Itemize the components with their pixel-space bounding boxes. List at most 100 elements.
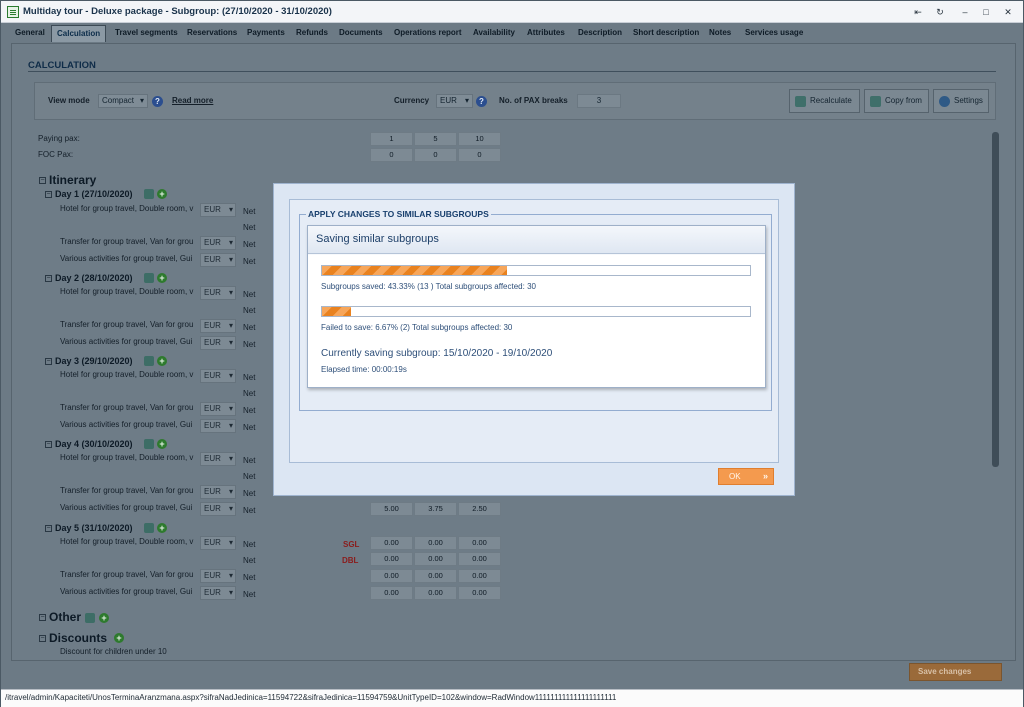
price-cell[interactable]: 0.00 — [414, 586, 457, 600]
ok-button[interactable]: OK » — [718, 468, 774, 485]
price-cell[interactable]: 0.00 — [458, 552, 501, 566]
tab-refunds[interactable]: Refunds — [296, 25, 328, 42]
net-label: Net — [243, 489, 256, 498]
service-name: Transfer for group travel, Van for grou — [60, 403, 194, 412]
add-icon[interactable]: + — [157, 189, 167, 199]
copy-from-button[interactable]: Copy from — [864, 89, 929, 113]
minimize-button[interactable]: – — [956, 4, 974, 20]
collapse-icon[interactable]: − — [45, 358, 52, 365]
pax-breaks-input[interactable]: 3 — [577, 94, 621, 108]
tab-attributes[interactable]: Attributes — [527, 25, 565, 42]
tab-short-description[interactable]: Short description — [633, 25, 699, 42]
add-icon[interactable]: + — [157, 356, 167, 366]
collapse-icon[interactable]: − — [39, 177, 46, 184]
restore-left-icon[interactable]: ⇤ — [909, 4, 927, 20]
price-cell[interactable]: 0.00 — [414, 536, 457, 550]
progress-panel: Saving similar subgroups Subgroups saved… — [307, 225, 766, 388]
currency-select[interactable]: EUR — [200, 203, 236, 217]
currency-select[interactable]: EUR — [200, 569, 236, 583]
help-icon[interactable]: ? — [152, 96, 163, 107]
tab-bar: General Calculation Travel segments Rese… — [9, 25, 1014, 42]
tab-general[interactable]: General — [15, 25, 45, 42]
paying-pax-cell[interactable]: 5 — [414, 132, 457, 146]
edit-leaf-icon[interactable] — [144, 273, 154, 283]
panel-title: Saving similar subgroups — [308, 226, 765, 254]
foc-pax-cell[interactable]: 0 — [414, 148, 457, 162]
currency-select[interactable]: EUR — [200, 536, 236, 550]
collapse-icon[interactable]: − — [45, 191, 52, 198]
settings-button[interactable]: Settings — [933, 89, 989, 113]
currency-select[interactable]: EUR — [200, 402, 236, 416]
price-cell[interactable]: 0.00 — [370, 569, 413, 583]
currency-select[interactable]: EUR — [200, 586, 236, 600]
price-cell[interactable]: 0.00 — [370, 536, 413, 550]
tab-notes[interactable]: Notes — [709, 25, 731, 42]
tab-documents[interactable]: Documents — [339, 25, 383, 42]
currency-select[interactable]: EUR — [200, 253, 236, 267]
price-cell[interactable]: 0.00 — [414, 552, 457, 566]
price-cell[interactable]: 5.00 — [370, 502, 413, 516]
collapse-icon[interactable]: − — [45, 441, 52, 448]
tab-services-usage[interactable]: Services usage — [745, 25, 803, 42]
save-changes-button[interactable]: Save changes — [909, 663, 1002, 681]
price-cell[interactable]: 3.75 — [414, 502, 457, 516]
tab-availability[interactable]: Availability — [473, 25, 515, 42]
tab-description[interactable]: Description — [578, 25, 622, 42]
currency-select[interactable]: EUR — [200, 452, 236, 466]
edit-leaf-icon[interactable] — [144, 439, 154, 449]
collapse-icon[interactable]: − — [45, 275, 52, 282]
collapse-icon[interactable]: − — [39, 614, 46, 621]
recalculate-button[interactable]: Recalculate — [789, 89, 860, 113]
currency-select[interactable]: EUR — [200, 336, 236, 350]
tab-reservations[interactable]: Reservations — [187, 25, 237, 42]
tab-travel-segments[interactable]: Travel segments — [115, 25, 178, 42]
tab-operations-report[interactable]: Operations report — [394, 25, 462, 42]
paying-pax-cell[interactable]: 1 — [370, 132, 413, 146]
price-cell[interactable]: 0.00 — [370, 586, 413, 600]
currency-select[interactable]: EUR — [200, 485, 236, 499]
paying-pax-cell[interactable]: 10 — [458, 132, 501, 146]
tab-payments[interactable]: Payments — [247, 25, 285, 42]
net-label: Net — [243, 590, 256, 599]
edit-leaf-icon[interactable] — [144, 523, 154, 533]
vertical-scrollbar[interactable] — [992, 132, 999, 467]
edit-leaf-icon[interactable] — [144, 189, 154, 199]
currency-select[interactable]: EUR — [436, 94, 473, 108]
service-name: Transfer for group travel, Van for grou — [60, 486, 194, 495]
price-cell[interactable]: 0.00 — [370, 552, 413, 566]
service-name: Transfer for group travel, Van for grou — [60, 320, 194, 329]
add-icon[interactable]: + — [157, 273, 167, 283]
currency-help-icon[interactable]: ? — [476, 96, 487, 107]
tab-calculation[interactable]: Calculation — [51, 25, 107, 42]
price-cell[interactable]: 0.00 — [458, 536, 501, 550]
price-cell[interactable]: 0.00 — [458, 586, 501, 600]
reload-icon[interactable]: ↻ — [931, 4, 949, 20]
price-cell[interactable]: 0.00 — [458, 569, 501, 583]
foc-pax-cell[interactable]: 0 — [458, 148, 501, 162]
currency-select[interactable]: EUR — [200, 502, 236, 516]
add-icon[interactable]: + — [157, 439, 167, 449]
room-type-sgl: SGL — [343, 540, 360, 549]
close-button[interactable]: ✕ — [999, 4, 1017, 20]
view-mode-select[interactable]: Compact — [98, 94, 148, 108]
service-name: Various activities for group travel, Gui — [60, 254, 193, 263]
add-icon[interactable]: + — [114, 633, 124, 643]
edit-leaf-icon[interactable] — [85, 613, 95, 623]
maximize-button[interactable]: □ — [977, 4, 995, 20]
saved-progress-bar — [321, 265, 751, 276]
add-icon[interactable]: + — [157, 523, 167, 533]
foc-pax-cell[interactable]: 0 — [370, 148, 413, 162]
currency-select[interactable]: EUR — [200, 319, 236, 333]
edit-leaf-icon[interactable] — [144, 356, 154, 366]
net-label: Net — [243, 340, 256, 349]
currency-select[interactable]: EUR — [200, 419, 236, 433]
price-cell[interactable]: 0.00 — [414, 569, 457, 583]
collapse-icon[interactable]: − — [39, 635, 46, 642]
read-more-link[interactable]: Read more — [172, 96, 213, 105]
price-cell[interactable]: 2.50 — [458, 502, 501, 516]
collapse-icon[interactable]: − — [45, 525, 52, 532]
currency-select[interactable]: EUR — [200, 286, 236, 300]
currency-select[interactable]: EUR — [200, 369, 236, 383]
currency-select[interactable]: EUR — [200, 236, 236, 250]
add-icon[interactable]: + — [99, 613, 109, 623]
